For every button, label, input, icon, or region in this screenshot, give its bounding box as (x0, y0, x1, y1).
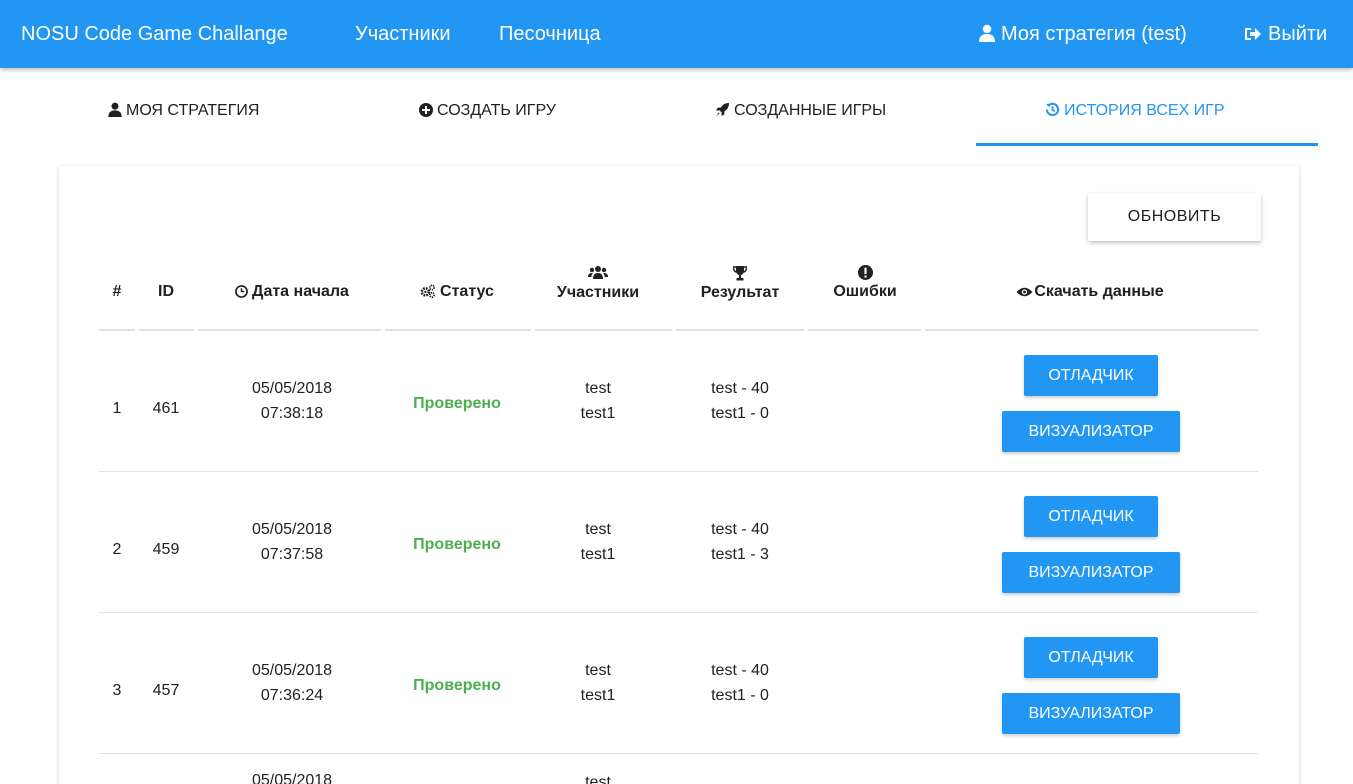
row-participant: test1 (580, 546, 616, 563)
row-num: 1 (112, 400, 122, 417)
row-participant: test1 (580, 405, 616, 422)
header-errors: Ошибки (815, 265, 915, 302)
rocket-icon (715, 102, 730, 117)
row-result: test1 - 3 (711, 546, 769, 563)
row-id: 461 (152, 400, 180, 417)
debugger-button[interactable]: ОТЛАДЧИК (1024, 637, 1158, 678)
header-start-date-label: Дата начала (252, 283, 349, 300)
header-download: Скачать данные (930, 282, 1250, 302)
row-num: 3 (112, 682, 122, 699)
row-date: 05/05/2018 (251, 380, 333, 397)
logout-icon (1245, 28, 1261, 40)
header-id: ID (158, 283, 174, 300)
cogs-icon (420, 284, 436, 298)
header-divider (198, 329, 381, 331)
row-time: 07:38:18 (260, 405, 324, 422)
row-divider (99, 471, 1258, 472)
brand-link[interactable]: NOSU Code Game Challange (21, 22, 288, 46)
header-result-label: Результат (700, 284, 780, 301)
clock-icon (235, 285, 248, 298)
row-result: test - 40 (711, 380, 769, 397)
user-icon (108, 102, 122, 117)
row-result: test1 - 0 (711, 405, 769, 422)
status-badge: Проверено (413, 677, 501, 694)
header-result: Результат (680, 265, 800, 303)
exclamation-icon (857, 265, 873, 280)
row-num: 2 (112, 541, 122, 558)
row-result: test - 40 (711, 662, 769, 679)
nav-sandbox-link[interactable]: Песочница (499, 22, 601, 46)
row-date: 05/05/2018 (251, 662, 333, 679)
row-time: 07:36:24 (260, 687, 324, 704)
debugger-button[interactable]: ОТЛАДЧИК (1024, 355, 1158, 396)
row-participant: test (585, 521, 611, 538)
row-time: 07:37:58 (260, 546, 324, 563)
users-icon (588, 266, 608, 279)
header-start-date: Дата начала (210, 282, 374, 302)
visualizer-button[interactable]: ВИЗУАЛИЗАТОР (1002, 693, 1180, 734)
header-participants-label: Участники (556, 284, 640, 301)
tab-create-game-label: СОЗДАТЬ ИГРУ (437, 102, 556, 119)
refresh-button[interactable]: ОБНОВИТЬ (1088, 193, 1261, 241)
header-divider (676, 329, 804, 331)
visualizer-button[interactable]: ВИЗУАЛИЗАТОР (1002, 552, 1180, 593)
user-icon (979, 24, 995, 42)
tabs-bar: МОЯ СТРАТЕГИЯ СОЗДАТЬ ИГРУ СОЗДАННЫЕ ИГР… (0, 68, 1353, 146)
my-strategy-link[interactable]: Моя стратегия (test) (979, 22, 1187, 46)
row-date: 05/05/2018 (251, 772, 333, 784)
row-divider (99, 753, 1258, 754)
my-strategy-label: Моя стратегия (test) (1001, 23, 1187, 45)
row-participant: test (585, 774, 611, 784)
visualizer-button[interactable]: ВИЗУАЛИЗАТОР (1002, 411, 1180, 452)
header-participants: Участники (540, 265, 656, 303)
header-divider (925, 329, 1258, 331)
header-divider (535, 329, 672, 331)
tab-my-strategy[interactable]: МОЯ СТРАТЕГИЯ (108, 101, 259, 121)
header-divider (808, 329, 921, 331)
nav-participants-link[interactable]: Участники (355, 22, 451, 46)
header-errors-label: Ошибки (833, 283, 897, 300)
header-status-label: Статус (440, 283, 494, 300)
row-result: test1 - 0 (711, 687, 769, 704)
row-participant: test (585, 662, 611, 679)
row-result: test - 40 (711, 521, 769, 538)
header-divider (139, 329, 194, 331)
header-divider (385, 329, 531, 331)
row-date: 05/05/2018 (251, 521, 333, 538)
row-participant: test1 (580, 687, 616, 704)
tab-history-label: ИСТОРИЯ ВСЕХ ИГР (1064, 102, 1225, 119)
top-navbar: NOSU Code Game Challange Участники Песоч… (0, 0, 1353, 68)
header-num: # (112, 283, 122, 300)
tab-my-strategy-label: МОЯ СТРАТЕГИЯ (126, 102, 260, 119)
debugger-button[interactable]: ОТЛАДЧИК (1024, 496, 1158, 537)
header-status: Статус (395, 282, 519, 302)
tab-history[interactable]: ИСТОРИЯ ВСЕХ ИГР (1045, 101, 1225, 121)
eye-icon (1016, 287, 1033, 297)
status-badge: Проверено (413, 395, 501, 412)
tab-create-game[interactable]: СОЗДАТЬ ИГРУ (419, 101, 556, 121)
header-divider (99, 329, 135, 331)
row-participant: test (585, 380, 611, 397)
history-icon (1045, 102, 1060, 117)
row-id: 457 (152, 682, 180, 699)
row-divider (99, 612, 1258, 613)
plus-circle-icon (419, 103, 433, 117)
row-id: 459 (152, 541, 180, 558)
status-badge: Проверено (413, 536, 501, 553)
trophy-icon (733, 266, 747, 281)
logout-link[interactable]: Выйти (1244, 22, 1327, 46)
tab-created-games[interactable]: СОЗДАННЫЕ ИГРЫ (715, 101, 886, 121)
header-download-label: Скачать данные (1034, 283, 1164, 300)
logout-label: Выйти (1268, 23, 1328, 45)
tab-created-games-label: СОЗДАННЫЕ ИГРЫ (734, 102, 887, 119)
active-tab-indicator (976, 143, 1318, 146)
